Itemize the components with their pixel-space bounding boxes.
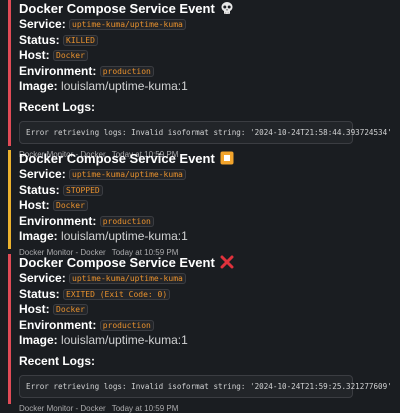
status-value: STOPPED	[63, 184, 103, 196]
status-label: Status:	[19, 182, 60, 197]
host-field: Host: Docker	[19, 198, 392, 214]
cross-mark-icon	[220, 255, 234, 273]
image-label: Image:	[19, 229, 58, 243]
log-code-block[interactable]: Error retrieving logs: Invalid isoformat…	[19, 120, 392, 144]
embed-title: Docker Compose Service Event	[19, 150, 392, 167]
environment-value: production	[99, 65, 154, 77]
stop-square-icon	[220, 151, 234, 169]
service-label: Service:	[19, 167, 66, 181]
image-field: Image: louislam/uptime-kuma:1	[19, 333, 392, 349]
image-value: louislam/uptime-kuma:1	[61, 79, 188, 93]
status-value: KILLED	[63, 34, 98, 46]
environment-field: Environment: production	[19, 64, 392, 80]
status-field: Status: EXITED (Exit Code: 0)	[19, 287, 392, 303]
image-label: Image:	[19, 333, 58, 347]
service-field: Service: uptime-kuma/uptime-kuma	[19, 271, 392, 287]
host-field: Host: Docker	[19, 302, 392, 318]
service-field: Service: uptime-kuma/uptime-kuma	[19, 167, 392, 183]
host-field: Host: Docker	[19, 48, 392, 64]
service-value: uptime-kuma/uptime-kuma	[69, 273, 186, 284]
embed-exited-event: Docker Compose Service Event Service: up…	[8, 254, 392, 413]
image-label: Image:	[19, 79, 58, 93]
embed-title-text: Docker Compose Service Event	[19, 255, 215, 270]
service-label: Service:	[19, 17, 66, 31]
status-label: Status:	[19, 286, 60, 301]
environment-field: Environment: production	[19, 318, 392, 334]
image-field: Image: louislam/uptime-kuma:1	[19, 229, 392, 245]
embed-stopped-event: Docker Compose Service Event Service: up…	[8, 150, 392, 257]
embed-title-text: Docker Compose Service Event	[19, 1, 215, 16]
service-value: uptime-kuma/uptime-kuma	[69, 169, 186, 180]
embed-title-text: Docker Compose Service Event	[19, 151, 215, 166]
skull-icon	[220, 1, 234, 19]
embed-killed-event: Docker Compose Service Event Service: up…	[8, 0, 392, 159]
status-field: Status: STOPPED	[19, 183, 392, 199]
host-label: Host:	[19, 198, 50, 212]
status-field: Status: KILLED	[19, 33, 392, 49]
environment-value: production	[99, 215, 154, 227]
embed-title: Docker Compose Service Event	[19, 254, 392, 271]
host-label: Host:	[19, 302, 50, 316]
environment-value: production	[99, 319, 154, 331]
environment-label: Environment:	[19, 213, 97, 228]
embed-title: Docker Compose Service Event	[19, 0, 392, 17]
environment-label: Environment:	[19, 317, 97, 332]
host-value: Docker	[53, 50, 88, 61]
service-field: Service: uptime-kuma/uptime-kuma	[19, 17, 392, 33]
environment-label: Environment:	[19, 63, 97, 78]
recent-logs-heading: Recent Logs:	[19, 99, 96, 114]
image-value: louislam/uptime-kuma:1	[61, 229, 188, 243]
service-value: uptime-kuma/uptime-kuma	[69, 19, 186, 30]
recent-logs-heading: Recent Logs:	[19, 353, 96, 368]
service-label: Service:	[19, 271, 66, 285]
status-label: Status:	[19, 32, 60, 47]
status-value: EXITED (Exit Code: 0)	[63, 288, 171, 300]
log-code-block[interactable]: Error retrieving logs: Invalid isoformat…	[19, 374, 392, 398]
image-field: Image: louislam/uptime-kuma:1	[19, 79, 392, 95]
host-label: Host:	[19, 48, 50, 62]
host-value: Docker	[53, 200, 88, 211]
environment-field: Environment: production	[19, 214, 392, 230]
image-value: louislam/uptime-kuma:1	[61, 333, 188, 347]
host-value: Docker	[53, 304, 88, 315]
